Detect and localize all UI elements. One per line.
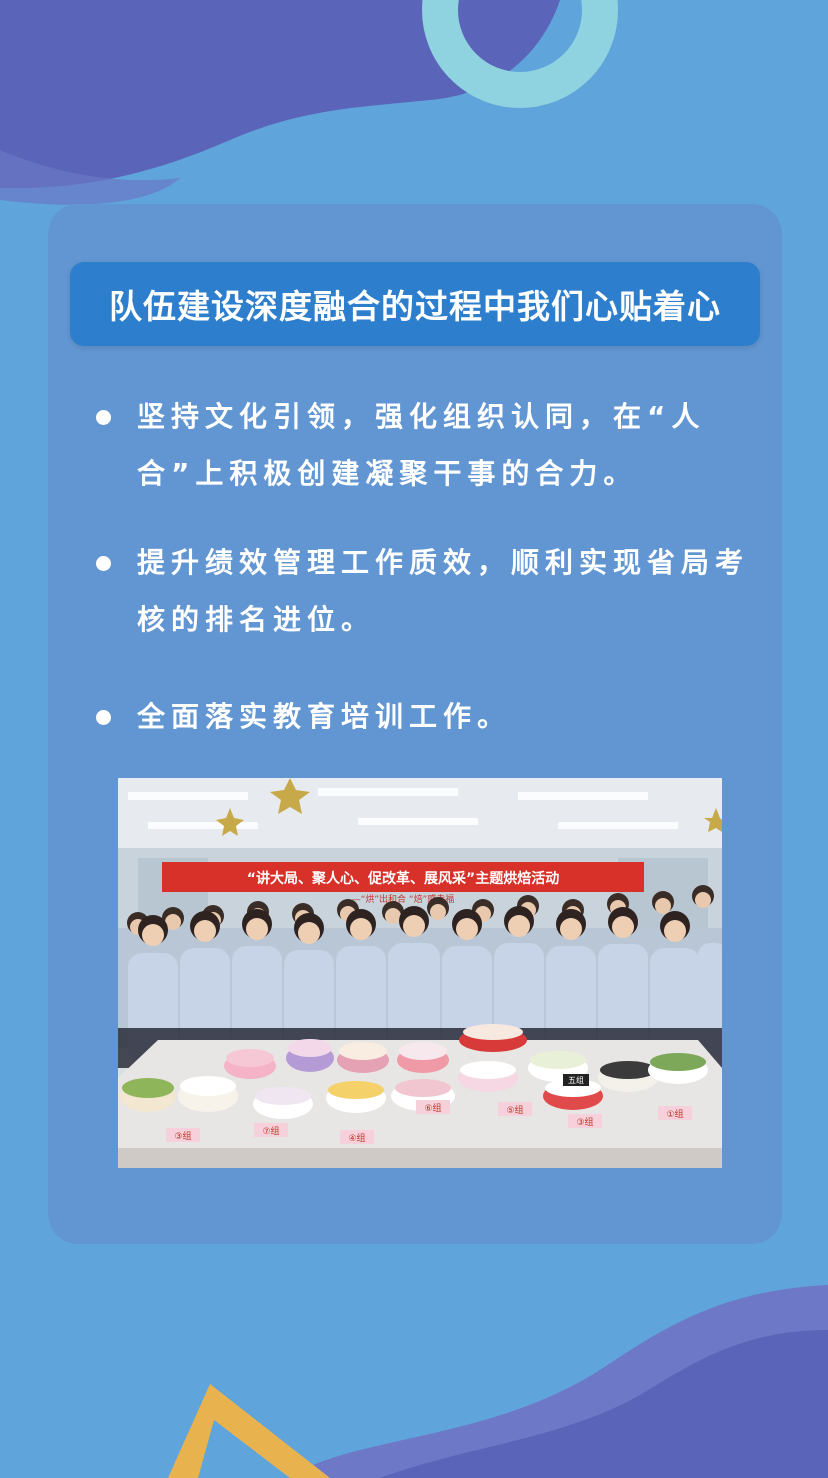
list-item: 坚持文化引领，强化组织认同，在“人合”上积极创建凝聚干事的合力。 [96, 388, 756, 502]
table-card-label: ③组 [174, 1130, 191, 1142]
table-card-label: ③组 [576, 1116, 593, 1128]
group-photo-illustration: “讲大局、聚人心、促改革、展风采”主题烘焙活动 —“烘”出和合 “焙”感幸福 五… [118, 778, 722, 1168]
banner-main-text: “讲大局、聚人心、促改革、展风采”主题烘焙活动 [247, 870, 559, 887]
bullet-text: 全面落实教育培训工作。 [137, 700, 512, 733]
table-card-label: ①组 [666, 1108, 683, 1120]
list-item: 全面落实教育培训工作。 [96, 688, 756, 745]
bullet-text: 提升绩效管理工作质效，顺利实现省局考核的排名进位。 [137, 546, 750, 636]
list-item: 提升绩效管理工作质效，顺利实现省局考核的排名进位。 [96, 534, 756, 648]
bullet-dot-icon [96, 410, 111, 425]
bullet-dot-icon [96, 556, 111, 571]
bullet-list: 坚持文化引领，强化组织认同，在“人合”上积极创建凝聚干事的合力。 提升绩效管理工… [96, 388, 756, 745]
table-card-label: ⑦组 [262, 1125, 279, 1137]
group-photo: “讲大局、聚人心、促改革、展风采”主题烘焙活动 —“烘”出和合 “焙”感幸福 五… [118, 778, 722, 1168]
section-title: 队伍建设深度融合的过程中我们心贴着心 [70, 262, 760, 346]
bullet-dot-icon [96, 710, 111, 725]
cake-tag-text: 五组 [568, 1075, 584, 1085]
gold-triangle [168, 1384, 330, 1478]
bullet-text: 坚持文化引领，强化组织认同，在“人合”上积极创建凝聚干事的合力。 [137, 400, 706, 490]
table-card-label: ④组 [348, 1132, 365, 1144]
table-card-label: ⑥组 [424, 1102, 441, 1114]
page: 队伍建设深度融合的过程中我们心贴着心 坚持文化引领，强化组织认同，在“人合”上积… [0, 0, 828, 1478]
table-card-label: ⑤组 [506, 1104, 523, 1116]
